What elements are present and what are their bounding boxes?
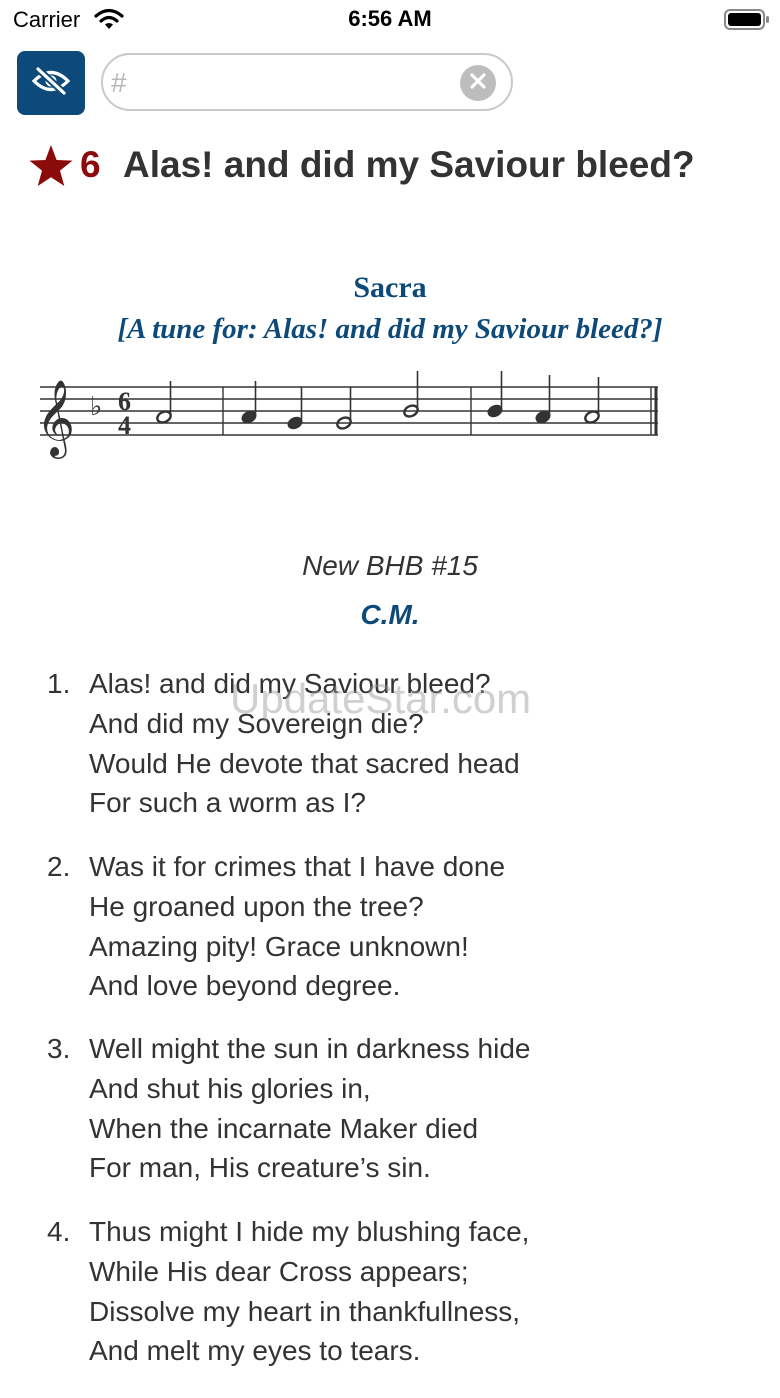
verse-line: When the incarnate Maker died: [89, 1113, 478, 1145]
hymn-source: New BHB #15: [0, 550, 780, 582]
status-time: 6:56 AM: [0, 6, 780, 32]
eye-slash-icon: [31, 66, 71, 101]
verse-line: He groaned upon the tree?: [89, 891, 424, 923]
verse-number: 3.: [47, 1033, 70, 1065]
verse-line: Thus might I hide my blushing face,: [89, 1216, 529, 1248]
watermark: UpdateStar.com: [230, 675, 531, 723]
tune-name: Sacra: [0, 271, 780, 305]
status-bar: Carrier 6:56 AM: [0, 0, 780, 40]
tune-subtitle: [A tune for: Alas! and did my Saviour bl…: [0, 313, 780, 346]
hymn-title-row: 6 Alas! and did my Saviour bleed?: [28, 140, 768, 196]
verse-line: And shut his glories in,: [89, 1073, 371, 1105]
treble-clef-icon: 𝄞: [36, 379, 75, 459]
verse-line: Well might the sun in darkness hide: [89, 1033, 531, 1065]
verse-list: 1. Alas! and did my Saviour bleed? And d…: [0, 668, 780, 1398]
star-icon[interactable]: [28, 144, 74, 193]
verse: 2. Was it for crimes that I have done He…: [0, 851, 780, 1034]
verse-number: 1.: [47, 668, 70, 700]
search-field[interactable]: [101, 53, 513, 111]
verse-line: And melt my eyes to tears.: [89, 1335, 420, 1367]
verse: 3. Well might the sun in darkness hide A…: [0, 1033, 780, 1216]
hymn-number: 6: [80, 144, 101, 186]
clear-icon: [468, 71, 488, 96]
verse-line: And love beyond degree.: [89, 970, 400, 1002]
clear-search-button[interactable]: [460, 65, 496, 101]
verse-line: Dissolve my heart in thankfullness,: [89, 1296, 520, 1328]
svg-text:4: 4: [118, 411, 131, 440]
hide-toggle-button[interactable]: [17, 51, 85, 115]
verse-number: 2.: [47, 851, 70, 883]
verse-line: Was it for crimes that I have done: [89, 851, 505, 883]
verse-line: Would He devote that sacred head: [89, 748, 520, 780]
hymn-title: Alas! and did my Saviour bleed?: [123, 144, 695, 186]
music-staff: 𝄞 ♭ 6 4: [30, 358, 666, 464]
search-input[interactable]: [109, 63, 453, 103]
verse-line: While His dear Cross appears;: [89, 1256, 469, 1288]
verse-line: For man, His creature’s sin.: [89, 1152, 431, 1184]
battery-icon: [724, 9, 770, 36]
verse-line: Amazing pity! Grace unknown!: [89, 931, 469, 963]
verse: 4. Thus might I hide my blushing face, W…: [0, 1216, 780, 1398]
hymn-meter: C.M.: [0, 599, 780, 631]
flat-sign-icon: ♭: [90, 392, 102, 422]
verse-number: 4.: [47, 1216, 70, 1248]
verse-line: For such a worm as I?: [89, 787, 366, 819]
